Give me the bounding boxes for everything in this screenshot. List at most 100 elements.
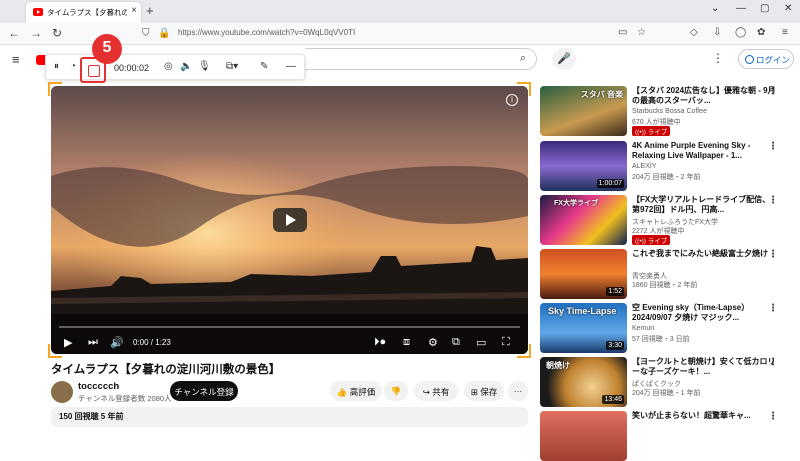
recommended-video[interactable]: 笑いが止まらない！超驚華キャ... ⋮ [540, 411, 800, 461]
video-thumbnail[interactable] [540, 411, 627, 461]
recommended-title[interactable]: 【ヨークルトと朝焼け】安くて低カロリーな子ーズケーキ！... [632, 357, 777, 377]
save-button[interactable]: ⊞ 保存 [464, 381, 504, 401]
pocket-icon[interactable]: ◇ [690, 27, 698, 38]
more-options-icon[interactable]: ⋮ [768, 86, 778, 97]
login-button[interactable]: ログイン [738, 49, 794, 69]
thumbnail-overlay-text: FX大学ライブ [554, 200, 598, 207]
recommended-title[interactable]: 笑いが止まらない！超驚華キャ... [632, 411, 777, 421]
video-player[interactable]: i [51, 86, 528, 354]
close-window-button[interactable]: ✕ [784, 3, 792, 14]
back-arrow-icon[interactable]: ← [8, 26, 20, 40]
recommended-video[interactable]: 1:52 これぞ我までにみたい絶級富士夕焼け 青空楽勇人 1860 回視聴・2 … [540, 249, 800, 299]
url-text[interactable]: https://www.youtube.com/watch?v=0WqL0qVV… [178, 28, 355, 37]
recommended-video[interactable]: FX大学ライブ 【FX大学リアルトレードライブ配信、第972回】ドル円、円高..… [540, 195, 800, 245]
new-tab-button[interactable]: + [146, 3, 154, 18]
recommended-title[interactable]: これぞ我までにみたい絶級富士夕焼け [632, 249, 777, 259]
account-icon[interactable]: ◯ [735, 27, 746, 38]
video-thumbnail[interactable]: 朝焼け 13:46 [540, 357, 627, 407]
mic-icon[interactable]: 🎙 [198, 61, 211, 72]
more-options-icon[interactable]: ⋮ [768, 195, 778, 206]
fullscreen-icon[interactable]: ⛶ [502, 336, 510, 349]
more-options-icon[interactable]: ⋮ [768, 249, 778, 260]
recommended-title[interactable]: 【スタバ 2024広告なし】優雅な朝 - 9月の最高のスターバッ... [632, 86, 777, 106]
share-icon: ↪ [422, 387, 433, 397]
menu-hamburger-icon[interactable]: ≡ [782, 27, 788, 38]
autoplay-toggle[interactable]: ⏵● [374, 336, 386, 349]
description-box[interactable]: 150 回視聴 5 年前 [51, 407, 528, 427]
search-input[interactable]: ⌕ [305, 48, 537, 70]
tab-title: タイムラプス【夕暮れの淀川河川敷 [47, 8, 127, 17]
recommended-video[interactable]: 1:00:07 4K Anime Purple Evening Sky - Re… [540, 141, 800, 191]
video-thumbnail[interactable]: FX大学ライブ [540, 195, 627, 245]
view-count-date: 150 回視聴 5 年前 [59, 412, 124, 421]
volume-icon[interactable]: 🔊 [110, 336, 124, 349]
recommended-video[interactable]: スタバ 音楽 【スタバ 2024広告なし】優雅な朝 - 9月の最高のスターバッ.… [540, 86, 800, 136]
more-options-icon[interactable]: ⋮ [768, 303, 778, 314]
recommended-channel[interactable]: ALEXIY [632, 163, 657, 170]
minimize-button[interactable]: — [736, 3, 746, 14]
like-button[interactable]: 👍 高評価 [330, 381, 382, 401]
share-button[interactable]: ↪ 共有 [414, 381, 458, 401]
capture-corner-tl [48, 82, 62, 96]
lock-icon[interactable]: 🔒 [158, 28, 170, 39]
tab-list-icon[interactable]: ⌄ [711, 3, 719, 14]
reload-icon[interactable]: ↻ [52, 26, 62, 40]
shield-icon[interactable]: ⛉ [142, 28, 150, 39]
subscribe-button[interactable]: チャンネル登録 [170, 381, 238, 401]
recommended-channel[interactable]: Starbucks Bossa Coffee [632, 108, 707, 115]
next-icon[interactable]: ⏭ [88, 336, 98, 349]
speaker-icon[interactable]: 🔈 [180, 61, 192, 72]
recommended-title[interactable]: 【FX大学リアルトレードライブ配信、第972回】ドル円、円高... [632, 195, 777, 215]
channel-avatar[interactable] [51, 381, 73, 403]
bookmark-star-icon[interactable]: ☆ [637, 27, 646, 38]
channel-name[interactable]: toccccch [78, 381, 119, 392]
live-badge: ((•)) ライブ [632, 126, 671, 136]
microphone-icon[interactable]: 🎤 [552, 48, 576, 70]
settings-dots-icon[interactable]: ⋮ [712, 51, 724, 65]
play-button-icon[interactable] [273, 208, 307, 232]
address-bar[interactable]: ⛉ 🔒 https://www.youtube.com/watch?v=0WqL… [140, 26, 600, 42]
recommended-video[interactable]: Sky Time-Lapse 3:30 空 Evening sky（Time-L… [540, 303, 800, 353]
maximize-button[interactable]: ▢ [760, 3, 769, 14]
clip-icon[interactable]: ◔ [70, 61, 76, 72]
channel-subscriber-count: チャンネル登録者数 2080人 [78, 394, 172, 403]
thumbs-up-icon: 👍 [336, 387, 350, 397]
recommended-video[interactable]: 朝焼け 13:46 【ヨークルトと朝焼け】安くて低カロリーな子ーズケーキ！...… [540, 357, 800, 407]
thumbnail-overlay-text: 朝焼け [546, 361, 570, 370]
video-thumbnail[interactable]: 1:52 [540, 249, 627, 299]
recommended-channel[interactable]: Kemuri [632, 325, 654, 332]
settings-gear-icon[interactable]: ⚙ [428, 336, 438, 349]
tab-close-icon[interactable]: × [131, 5, 137, 16]
video-thumbnail[interactable]: Sky Time-Lapse 3:30 [540, 303, 627, 353]
more-actions-button[interactable]: ··· [508, 381, 528, 401]
recommended-title[interactable]: 空 Evening sky（Time-Lapse）2024/09/07 夕焼け … [632, 303, 777, 323]
downloads-icon[interactable]: ⇩ [713, 27, 721, 38]
recommended-meta: 204万 回視聴・1 年前 [632, 390, 701, 397]
pause-icon[interactable]: ⏸ [54, 61, 59, 72]
minimize-recorder-icon[interactable]: — [286, 61, 296, 72]
duration-badge: 13:46 [602, 395, 624, 404]
video-thumbnail[interactable]: スタバ 音楽 [540, 86, 627, 136]
progress-bar[interactable] [59, 326, 520, 328]
more-options-icon[interactable]: ⋮ [768, 141, 778, 152]
thumbnail-overlay-text: スタバ 音楽 [580, 90, 623, 99]
subtitles-icon[interactable]: ⧈ [403, 336, 410, 349]
forward-arrow-icon[interactable]: → [30, 26, 42, 40]
more-options-icon[interactable]: ⋮ [768, 357, 778, 368]
extensions-icon[interactable]: ✿ [757, 27, 765, 38]
browser-tab[interactable]: タイムラプス【夕暮れの淀川河川敷 × [26, 2, 141, 23]
reader-view-icon[interactable]: ▭ [618, 27, 627, 38]
search-icon[interactable]: ⌕ [520, 52, 526, 65]
recommended-title[interactable]: 4K Anime Purple Evening Sky - Relaxing L… [632, 141, 777, 161]
user-icon [745, 55, 754, 64]
dislike-button[interactable]: 👎 [384, 381, 408, 401]
miniplayer-icon[interactable]: ⧉ [452, 336, 460, 349]
youtube-menu-icon[interactable]: ≡ [12, 52, 20, 67]
annotate-icon[interactable]: ✎ [260, 61, 268, 72]
theater-mode-icon[interactable]: ▭ [476, 336, 486, 349]
webcam-icon[interactable]: ◎ [164, 61, 173, 72]
video-thumbnail[interactable]: 1:00:07 [540, 141, 627, 191]
more-options-icon[interactable]: ⋮ [768, 411, 778, 422]
screenshot-icon[interactable]: ⧉▾ [226, 61, 238, 72]
play-icon[interactable]: ▶ [64, 336, 72, 349]
